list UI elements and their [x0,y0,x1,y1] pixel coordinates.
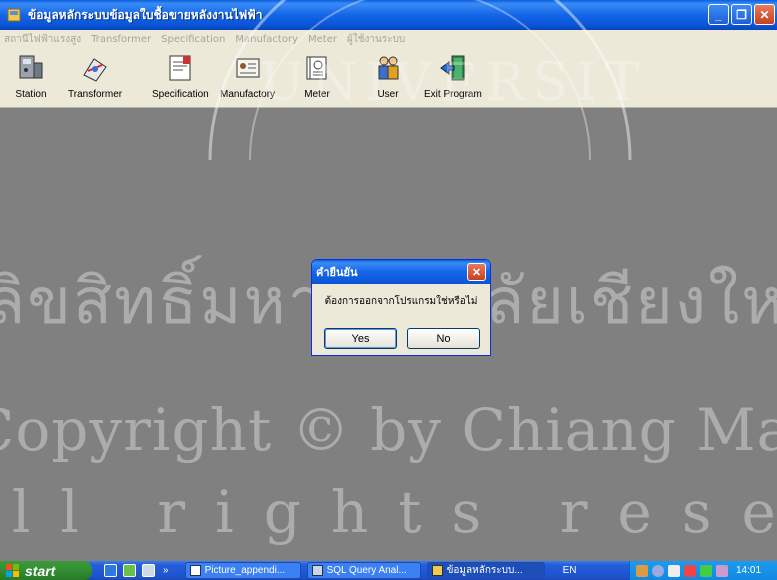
no-button[interactable]: No [407,328,480,349]
specification-button[interactable]: Specification [152,52,209,100]
menu-item-specification[interactable]: Specification [161,34,225,45]
close-icon[interactable]: ✕ [754,4,775,25]
dialog-title-bar[interactable]: คำยืนยัน [312,260,490,284]
menu-item-manufactory[interactable]: Manufactory [235,34,298,45]
word-document-icon [189,565,201,576]
minimize-icon[interactable]: _ [708,4,729,25]
user-button[interactable]: User [371,52,405,100]
meter-icon [300,52,334,84]
chevron-right-icon[interactable]: » [163,565,169,576]
tray-app-icon[interactable] [668,564,680,577]
show-desktop-icon[interactable] [142,564,155,577]
user-icon [371,52,405,84]
start-button[interactable]: start [0,561,92,580]
tray-misc-icon[interactable] [716,564,728,577]
language-indicator[interactable]: EN [563,565,577,576]
manufactory-button[interactable]: Manufactory [220,52,275,100]
internet-explorer-icon[interactable] [104,564,117,577]
task-sql-query-analyzer[interactable]: SQL Query Anal... [306,562,421,579]
menu-item-station[interactable]: สถานีไฟฟ้าแรงสูง [4,32,81,47]
task-main-app[interactable]: ข้อมูลหลักระบบ... [426,562,545,579]
app-icon [431,565,443,576]
task-picture-appendix[interactable]: Picture_appendi... [184,562,301,579]
exit-program-button[interactable]: Exit Program [424,52,482,100]
menu-item-meter[interactable]: Meter [308,34,337,45]
browser-icon[interactable] [123,564,136,577]
meter-button[interactable]: Meter [300,52,334,100]
exit-icon [436,52,470,84]
quick-launch: » [104,564,169,577]
restore-icon[interactable]: ❐ [731,4,752,25]
window-title-bar[interactable]: ข้อมูลหลักระบบข้อมูลใบชื้อขายหลังงานไฟฟ้… [0,0,777,30]
toolbar: Station Transformer Specification Manufa… [0,48,777,108]
dialog-message: ต้องการออกจากโปรแกรมใช่หรือไม่ [324,296,478,307]
specification-icon [163,52,197,84]
station-button[interactable]: Station [14,52,48,100]
taskbar: start » Picture_appendi... SQL Query Ana… [0,561,777,580]
sql-query-icon [311,565,323,576]
app-icon [7,8,21,22]
transformer-icon [78,52,112,84]
dialog-title: คำยืนยัน [316,266,358,279]
yes-button[interactable]: Yes [324,328,397,349]
clock: 14:01 [736,565,762,576]
security-icon[interactable] [684,564,696,577]
menu-item-transformer[interactable]: Transformer [91,34,151,45]
windows-flag-icon [6,563,19,577]
manufactory-icon [231,52,265,84]
menu-bar: สถานีไฟฟ้าแรงสูง Transformer Specificati… [0,30,777,48]
messenger-icon[interactable] [700,564,712,577]
system-tray: 14:01 [629,561,777,580]
network-icon[interactable] [636,564,648,577]
station-icon [14,52,48,84]
confirm-dialog: คำยืนยัน ✕ ต้องการออกจากโปรแกรมใช่หรือไม… [311,259,491,356]
window-title: ข้อมูลหลักระบบข้อมูลใบชื้อขายหลังงานไฟฟ้… [28,7,263,22]
menu-item-users[interactable]: ผู้ใช้งานระบบ [347,32,405,47]
transformer-button[interactable]: Transformer [68,52,122,100]
volume-icon[interactable] [652,564,664,577]
dialog-close-icon[interactable]: ✕ [467,263,486,281]
